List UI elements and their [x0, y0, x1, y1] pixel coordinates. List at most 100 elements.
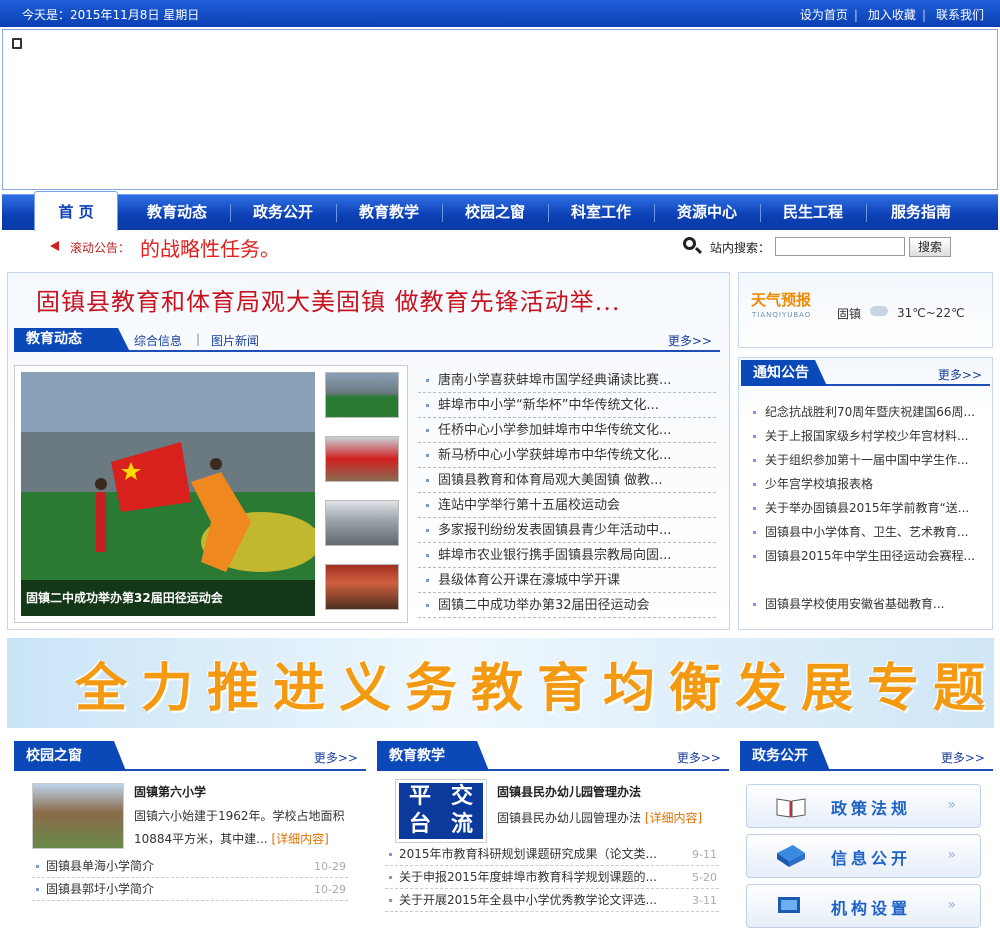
chevron-right-icon: » — [947, 797, 956, 813]
nav-campus[interactable]: 校园之窗 — [442, 195, 548, 231]
teaching-detail-link[interactable]: [详细内容] — [645, 811, 702, 825]
weather-title: 天气预报 — [751, 291, 812, 309]
list-item[interactable]: 固镇二中成功举办第32届田径运动会 — [418, 593, 716, 618]
slide-thumb-1[interactable] — [325, 372, 399, 418]
nav-gov-affairs[interactable]: 政务公开 — [230, 195, 336, 231]
edu-news-title: 教育动态 — [14, 328, 130, 352]
flash-banner-area — [2, 29, 998, 190]
add-favorite-link[interactable]: 加入收藏 — [868, 8, 916, 22]
plugin-icon — [12, 38, 22, 49]
nav-livelihood[interactable]: 民生工程 — [760, 195, 866, 231]
scroll-notice-label: 滚动公告： — [70, 241, 131, 255]
scroll-notice-text[interactable]: 的战略性任务。 — [140, 233, 280, 262]
campus-photo[interactable] — [32, 783, 124, 849]
edu-news-header: 教育动态 综合信息 | 图片新闻 更多>> — [14, 328, 720, 352]
campus-feature-title[interactable]: 固镇第六小学 — [134, 783, 206, 800]
top-bar: 今天是：2015年11月8日 星期日 设为首页 | 加入收藏 | 联系我们 — [0, 0, 1000, 27]
site-search-label: 站内搜索： — [710, 241, 771, 255]
list-item[interactable]: 少年宫学校填报表格 — [749, 474, 985, 498]
slide-thumb-3[interactable] — [325, 500, 399, 546]
list-item[interactable]: 唐南小学喜获蚌埠市国学经典诵读比赛... — [418, 368, 716, 393]
edu-news-list: 唐南小学喜获蚌埠市国学经典诵读比赛... 蚌埠市中小学“新华杯”中华传统文化..… — [418, 368, 716, 618]
list-item[interactable]: 固镇县郭圩小学简介 10-29 — [32, 878, 348, 901]
notice-more-link[interactable]: 更多>> — [938, 366, 982, 383]
main-nav: 首 页 教育动态 政务公开 教育教学 校园之窗 科室工作 资源中心 民生工程 服… — [2, 191, 998, 231]
list-item[interactable]: 蚌埠市中小学“新华杯”中华传统文化... — [418, 393, 716, 418]
list-item[interactable]: 纪念抗战胜利70周年暨庆祝建国66周... — [749, 402, 985, 426]
list-item[interactable]: 固镇县中小学体育、卫生、艺术教育... — [749, 522, 985, 546]
gov-title: 政务公开 — [740, 741, 830, 771]
list-item[interactable]: 任桥中心小学参加蚌埠市中华传统文化... — [418, 418, 716, 443]
nav-office-work[interactable]: 科室工作 — [548, 195, 654, 231]
book-icon — [776, 798, 806, 818]
weather-city: 固镇 — [837, 307, 862, 321]
chevron-right-icon: » — [947, 847, 956, 863]
notice-box: 通知公告 更多>> 纪念抗战胜利70周年暨庆祝建国66周... 关于上报国家级乡… — [738, 357, 993, 630]
slide-thumb-2[interactable] — [325, 436, 399, 482]
search-button[interactable]: 搜索 — [909, 237, 951, 257]
banner-title: 全力推进义务教育均衡发展专题 — [75, 659, 994, 719]
list-item[interactable]: 固镇县教育和体育局观大美固镇 做教... — [418, 468, 716, 493]
teaching-feature-title[interactable]: 固镇县民办幼儿园管理办法 — [497, 783, 641, 800]
folder-icon — [777, 845, 805, 867]
nav-home[interactable]: 首 页 — [34, 191, 118, 231]
logo-char: 流 — [450, 812, 473, 837]
teaching-section: 教育教学 更多>> 平交台流 固镇县民办幼儿园管理办法 固镇县民办幼儿园管理办法… — [377, 741, 729, 912]
teaching-list: 2015年市教育科研规划课题研究成果（论文类... 9-11 关于申报2015年度… — [385, 843, 719, 912]
date-text: 今天是：2015年11月8日 星期日 — [22, 8, 200, 22]
weather-temp: 31℃~22℃ — [897, 306, 965, 320]
nav-resources[interactable]: 资源中心 — [654, 195, 760, 231]
nav-edu-news[interactable]: 教育动态 — [124, 195, 230, 231]
monitor-icon — [778, 897, 800, 913]
logo-char: 台 — [408, 812, 431, 837]
nav-service-guide[interactable]: 服务指南 — [866, 195, 976, 231]
info-disclosure-label: 信息公开 — [831, 849, 912, 868]
org-setup-button[interactable]: 机构设置 » — [746, 884, 981, 928]
teaching-feature-text: 固镇县民办幼儿园管理办法 [详细内容] — [497, 811, 703, 825]
campus-detail-link[interactable]: [详细内容] — [271, 832, 328, 846]
search-input[interactable] — [775, 237, 905, 256]
teaching-more-link[interactable]: 更多>> — [677, 749, 721, 766]
list-item[interactable]: 2015年市教育科研规划课题研究成果（论文类... 9-11 — [385, 843, 719, 866]
notice-search-row: 滚动公告： 的战略性任务。 站内搜索： 搜索 — [2, 231, 998, 263]
contact-us-link[interactable]: 联系我们 — [936, 8, 984, 22]
campus-section: 校园之窗 更多>> 固镇第六小学 固镇六小始建于1962年。学校占地面积1088… — [14, 741, 366, 909]
search-icon — [683, 237, 696, 250]
gov-more-link[interactable]: 更多>> — [941, 749, 985, 766]
list-item[interactable]: 蚌埠市农业银行携手固镇县宗教局向固... — [418, 543, 716, 568]
logo-char: 交 — [450, 784, 473, 809]
campus-list: 固镇县单海小学简介 10-29 固镇县郭圩小学简介 10-29 — [32, 855, 348, 901]
list-item[interactable]: 关于上报国家级乡村学校少年宫材料... — [749, 426, 985, 450]
campus-feature-text: 固镇六小始建于1962年。学校占地面积10884平方米，其中建... [详细内容… — [134, 809, 345, 846]
top-links: 设为首页 | 加入收藏 | 联系我们 — [799, 8, 984, 22]
headline-link[interactable]: 固镇县教育和体育局观大美固镇 做教育先锋活动举... — [36, 282, 621, 317]
list-item[interactable]: 县级体育公开课在濠城中学开课 — [418, 568, 716, 593]
tab-photo-news[interactable]: 图片新闻 — [211, 332, 259, 349]
exchange-platform-logo[interactable]: 平交台流 — [395, 779, 487, 843]
campus-more-link[interactable]: 更多>> — [314, 749, 358, 766]
set-homepage-link[interactable]: 设为首页 — [800, 8, 848, 22]
list-item[interactable]: 关于举办固镇县2015年学前教育“送... — [749, 498, 985, 522]
slide-caption[interactable]: 固镇二中成功举办第32届田径运动会 — [21, 580, 315, 616]
list-item[interactable]: 新马桥中心小学获蚌埠市中华传统文化... — [418, 443, 716, 468]
photo-slideshow: 固镇二中成功举办第32届田径运动会 — [14, 365, 408, 623]
special-topic-banner[interactable]: 全力推进义务教育均衡发展专题 — [7, 638, 994, 728]
nav-teaching[interactable]: 教育教学 — [336, 195, 442, 231]
list-item[interactable]: 关于组织参加第十一届中国中学生作... — [749, 450, 985, 474]
slide-thumb-4[interactable] — [325, 564, 399, 610]
list-item[interactable]: 固镇县学校使用安徽省基础教育... — [749, 594, 985, 618]
edu-news-more-link[interactable]: 更多>> — [668, 332, 712, 349]
chevron-right-icon: » — [947, 897, 956, 913]
list-item[interactable]: 连站中学举行第十五届校运动会 — [418, 493, 716, 518]
list-item[interactable]: 固镇县2015年中学生田径运动会赛程... — [749, 546, 985, 570]
policy-regulations-button[interactable]: 政策法规 » — [746, 784, 981, 828]
notice-title: 通知公告 — [741, 360, 827, 386]
list-item[interactable]: 多家报刊纷纷发表固镇县青少年活动中... — [418, 518, 716, 543]
list-item[interactable]: 关于申报2015年度蚌埠市教育科学规划课题的... 5-20 — [385, 866, 719, 889]
tab-general-info[interactable]: 综合信息 — [134, 332, 182, 349]
list-item[interactable]: 固镇县单海小学简介 10-29 — [32, 855, 348, 878]
speaker-icon — [50, 241, 59, 251]
weather-box: 天气预报 TIANQIYUBAO 固镇 31℃~22℃ — [738, 272, 993, 348]
org-setup-label: 机构设置 — [831, 899, 912, 918]
info-disclosure-button[interactable]: 信息公开 » — [746, 834, 981, 878]
